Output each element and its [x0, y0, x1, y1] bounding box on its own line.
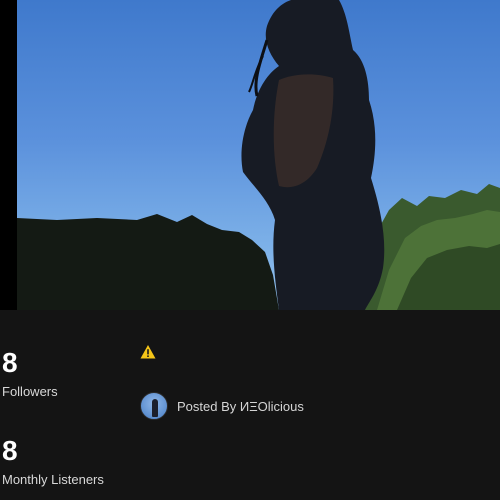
warning-icon [140, 345, 156, 359]
followers-label: Followers [2, 384, 58, 399]
followers-count: 8 [2, 347, 18, 378]
monthly-listeners-label: Monthly Listeners [2, 472, 104, 487]
avatar-figure [152, 399, 158, 417]
hero-image [0, 0, 500, 310]
silhouette-scene [17, 0, 500, 310]
avatar[interactable] [140, 392, 168, 420]
posted-by-text: Posted By ИΞOlicious [177, 398, 304, 414]
hero-left-bar [0, 0, 17, 310]
hero-photo [17, 0, 500, 310]
monthly-listeners-count: 8 [2, 435, 18, 466]
posted-by-link[interactable]: Posted By ИΞOlicious [140, 392, 304, 420]
